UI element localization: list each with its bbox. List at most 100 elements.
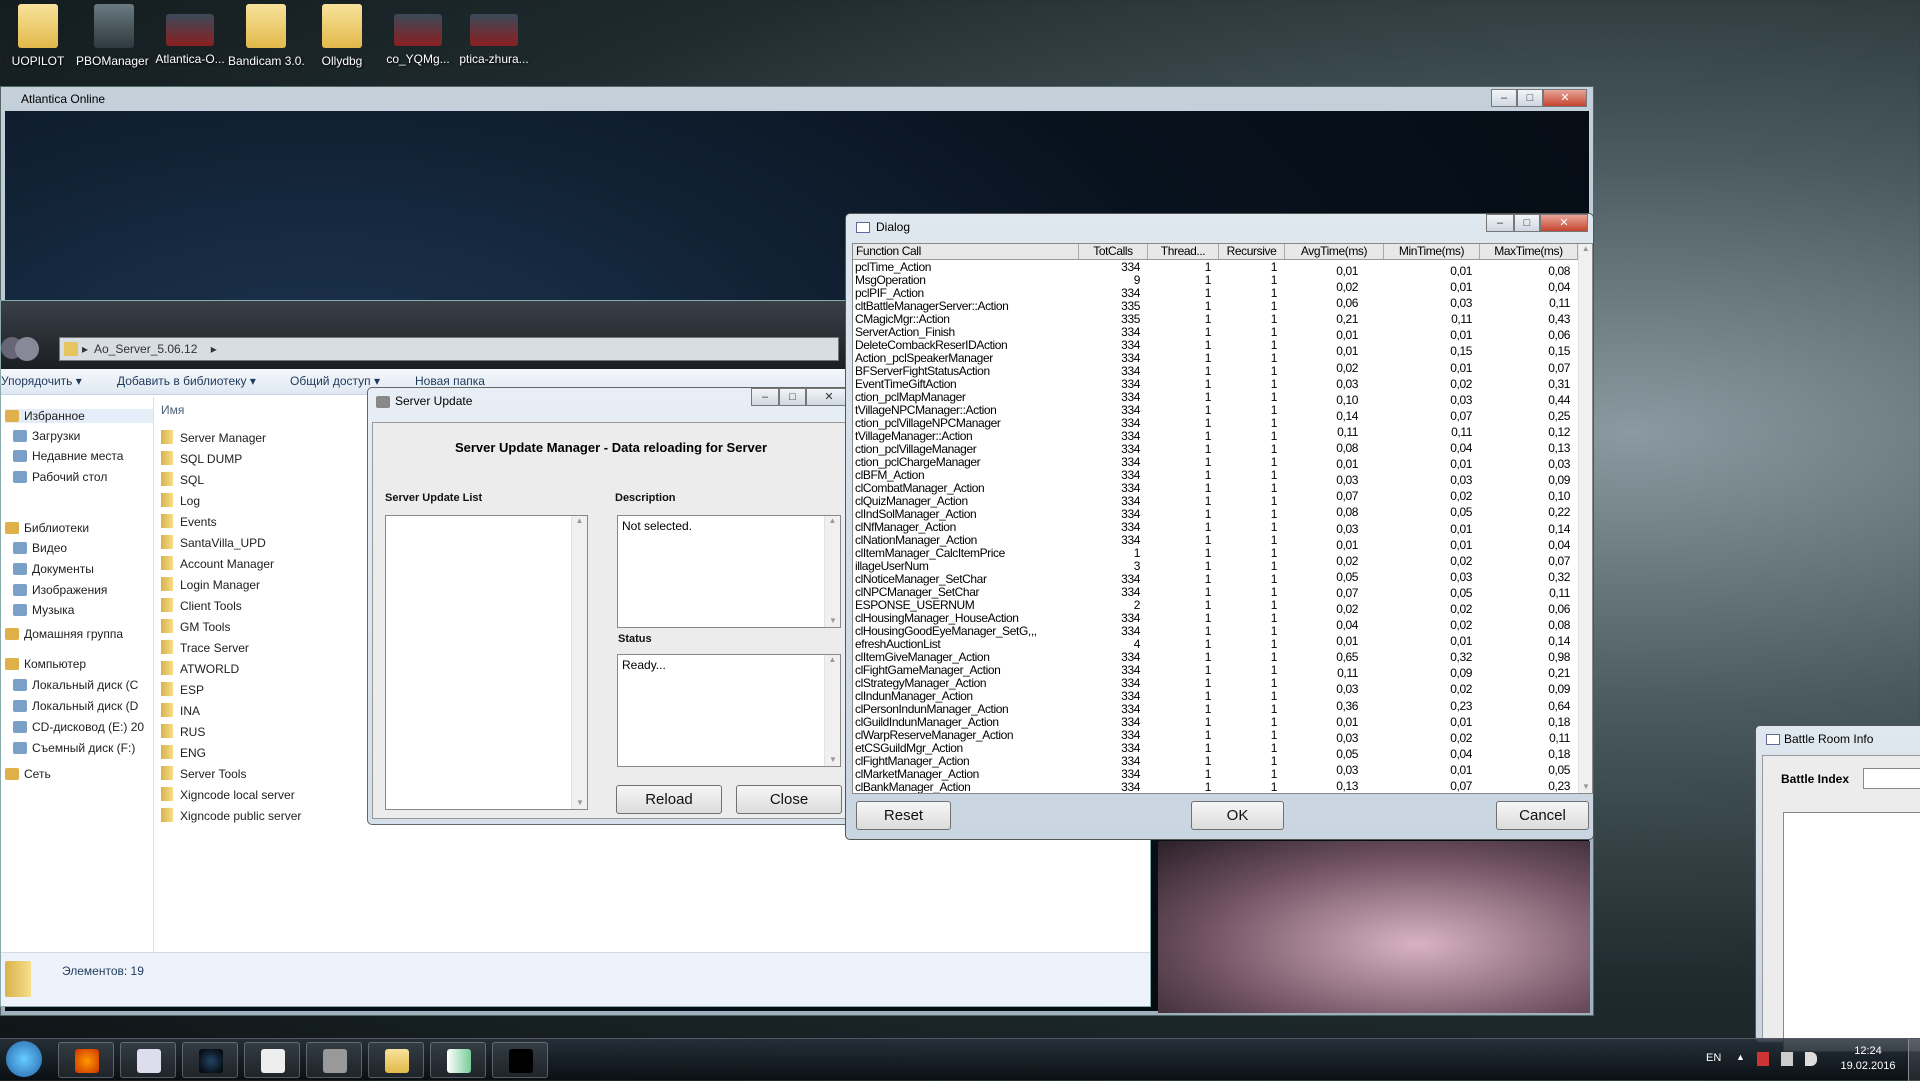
table-row[interactable]: Action_pclSpeakerManager 334 1 1	[853, 352, 1285, 365]
table-row[interactable]: clStrategyManager_Action 334 1 1	[853, 677, 1285, 690]
timing-row[interactable]: 0,07 0,02 0,10	[1285, 488, 1578, 504]
timing-row[interactable]: 0,01 0,15 0,15	[1285, 343, 1578, 359]
table-row[interactable]: ction_pclVillageManager 334 1 1	[853, 443, 1285, 456]
table-row[interactable]: tVillageManager::Action 334 1 1	[853, 430, 1285, 443]
timing-row[interactable]: 0,06 0,03 0,11	[1285, 295, 1578, 311]
timing-row[interactable]: 0,02 0,02 0,07	[1285, 553, 1578, 569]
file-list-item[interactable]: SQL DUMP	[161, 451, 242, 466]
start-button[interactable]	[6, 1041, 42, 1077]
minimize-button[interactable]: –	[1486, 214, 1514, 232]
taskbar-app-button[interactable]	[244, 1042, 300, 1078]
server-update-list[interactable]: ▲ ▼	[385, 515, 588, 810]
timing-row[interactable]: 0,13 0,07 0,23	[1285, 778, 1578, 793]
add-to-library-button[interactable]: Добавить в библиотеку ▾	[117, 374, 256, 388]
table-row[interactable]: clHousingManager_HouseAction 334 1 1	[853, 612, 1285, 625]
maximize-button[interactable]: □	[1517, 89, 1543, 107]
file-list-item[interactable]: Xigncode local server	[161, 787, 295, 802]
table-row[interactable]: cltBattleManagerServer::Action 335 1 1	[853, 300, 1285, 313]
table-row[interactable]: DeleteCombackReserIDAction 334 1 1	[853, 339, 1285, 352]
timing-row[interactable]: 0,11 0,11 0,12	[1285, 424, 1578, 440]
timing-row[interactable]: 0,14 0,07 0,25	[1285, 408, 1578, 424]
taskbar-app-button[interactable]	[182, 1042, 238, 1078]
file-list-item[interactable]: Trace Server	[161, 640, 249, 655]
taskbar-app-button[interactable]	[430, 1042, 486, 1078]
desktop-icon-item[interactable]: Atlantica-O...	[152, 4, 228, 68]
table-row[interactable]: ESPONSE_USERNUM 2 1 1	[853, 599, 1285, 612]
timing-row[interactable]: 0,05 0,03 0,32	[1285, 569, 1578, 585]
nav-item[interactable]: Сеть	[5, 767, 51, 781]
taskbar-app-button[interactable]	[120, 1042, 176, 1078]
timing-row[interactable]: 0,02 0,02 0,06	[1285, 601, 1578, 617]
table-row[interactable]: BFServerFightStatusAction 334 1 1	[853, 365, 1285, 378]
table-row[interactable]: clQuizManager_Action 334 1 1	[853, 495, 1285, 508]
table-row[interactable]: pclPIF_Action 334 1 1	[853, 287, 1285, 300]
desktop-icon-item[interactable]: co_YQMg...	[380, 4, 456, 68]
timing-row[interactable]: 0,11 0,09 0,21	[1285, 665, 1578, 681]
share-button[interactable]: Общий доступ ▾	[290, 374, 380, 388]
timing-row[interactable]: 0,03 0,02 0,31	[1285, 376, 1578, 392]
desktop-icon-item[interactable]: PBOManager v1.4 beta	[76, 4, 152, 70]
file-list-item[interactable]: ATWORLD	[161, 661, 239, 676]
show-desktop-button[interactable]	[1908, 1039, 1920, 1081]
column-header-name[interactable]: Имя	[161, 403, 184, 417]
table-row[interactable]: etCSGuildMgr_Action 334 1 1	[853, 742, 1285, 755]
table-row[interactable]: clGuildIndunManager_Action 334 1 1	[853, 716, 1285, 729]
nav-item[interactable]: Загрузки	[13, 429, 80, 443]
table-row[interactable]: efreshAuctionList 4 1 1	[853, 638, 1285, 651]
timing-row[interactable]: 0,03 0,01 0,05	[1285, 762, 1578, 778]
clock[interactable]: 12:24 19.02.2016	[1830, 1045, 1906, 1072]
table-row[interactable]: ction_pclChargeManager 334 1 1	[853, 456, 1285, 469]
column-header[interactable]: MinTime(ms)	[1384, 244, 1480, 259]
table-row[interactable]: ction_pclMapManager 334 1 1	[853, 391, 1285, 404]
timing-row[interactable]: 0,04 0,02 0,08	[1285, 617, 1578, 633]
table-row[interactable]: clIndSolManager_Action 334 1 1	[853, 508, 1285, 521]
address-bar[interactable]: ▸ Ao_Server_5.06.12 ▸	[59, 337, 839, 361]
timing-row[interactable]: 0,05 0,04 0,18	[1285, 746, 1578, 762]
table-row[interactable]: clPersonIndunManager_Action 334 1 1	[853, 703, 1285, 716]
table-row[interactable]: clCombatManager_Action 334 1 1	[853, 482, 1285, 495]
battle-room-list[interactable]	[1783, 812, 1920, 1052]
nav-item[interactable]: Рабочий стол	[13, 470, 107, 484]
table-row[interactable]: clNoticeManager_SetChar 334 1 1	[853, 573, 1285, 586]
file-list-item[interactable]: Account Manager	[161, 556, 274, 571]
timing-row[interactable]: 0,01 0,01 0,18	[1285, 714, 1578, 730]
column-header[interactable]: Function Call	[853, 244, 1079, 259]
network-icon[interactable]	[1781, 1052, 1793, 1066]
column-header[interactable]: MaxTime(ms)	[1480, 244, 1578, 259]
file-list-item[interactable]: ESP	[161, 682, 204, 697]
table-row[interactable]: clHousingGoodEyeManager_SetG,,, 334 1 1	[853, 625, 1285, 638]
table-row[interactable]: CMagicMgr::Action 335 1 1	[853, 313, 1285, 326]
timing-row[interactable]: 0,03 0,02 0,11	[1285, 730, 1578, 746]
table-row[interactable]: clFightManager_Action 334 1 1	[853, 755, 1285, 768]
table-row[interactable]: ServerAction_Finish 334 1 1	[853, 326, 1285, 339]
table-row[interactable]: tVillageNPCManager::Action 334 1 1	[853, 404, 1285, 417]
language-indicator[interactable]: EN	[1706, 1052, 1721, 1064]
new-folder-button[interactable]: Новая папка	[415, 374, 485, 388]
reset-button[interactable]: Reset	[856, 801, 951, 830]
file-list-item[interactable]: Events	[161, 514, 217, 529]
table-row[interactable]: clWarpReserveManager_Action 334 1 1	[853, 729, 1285, 742]
table-row[interactable]: clBankManager_Action 334 1 1	[853, 781, 1285, 793]
forward-button[interactable]	[15, 337, 39, 361]
action-center-icon[interactable]	[1757, 1052, 1769, 1066]
nav-item[interactable]: Документы	[13, 562, 94, 576]
close-button[interactable]: ✕	[1540, 214, 1588, 232]
table-row[interactable]: clBFM_Action 334 1 1	[853, 469, 1285, 482]
table-row[interactable]: ction_pclVillageNPCManager 334 1 1	[853, 417, 1285, 430]
table-row[interactable]: clNfManager_Action 334 1 1	[853, 521, 1285, 534]
table-row[interactable]: clItemGiveManager_Action 334 1 1	[853, 651, 1285, 664]
timing-row[interactable]: 0,65 0,32 0,98	[1285, 649, 1578, 665]
timing-row[interactable]: 0,01 0,01 0,04	[1285, 537, 1578, 553]
timing-row[interactable]: 0,03 0,02 0,09	[1285, 681, 1578, 697]
timing-row[interactable]: 0,02 0,01 0,07	[1285, 360, 1578, 376]
nav-item[interactable]: Недавние места	[13, 449, 123, 463]
nav-item[interactable]: Видео	[13, 541, 67, 555]
minimize-button[interactable]: –	[1491, 89, 1517, 107]
desktop-icon-item[interactable]: UOPILOT	[0, 4, 76, 70]
close-dialog-button[interactable]: Close	[736, 785, 842, 814]
file-list-item[interactable]: Client Tools	[161, 598, 242, 613]
status-box[interactable]: Ready... ▲ ▼	[617, 654, 841, 767]
taskbar-app-button[interactable]	[58, 1042, 114, 1078]
description-box[interactable]: Not selected. ▲ ▼	[617, 515, 841, 628]
scrollbar[interactable]: ▲ ▼	[824, 516, 840, 627]
